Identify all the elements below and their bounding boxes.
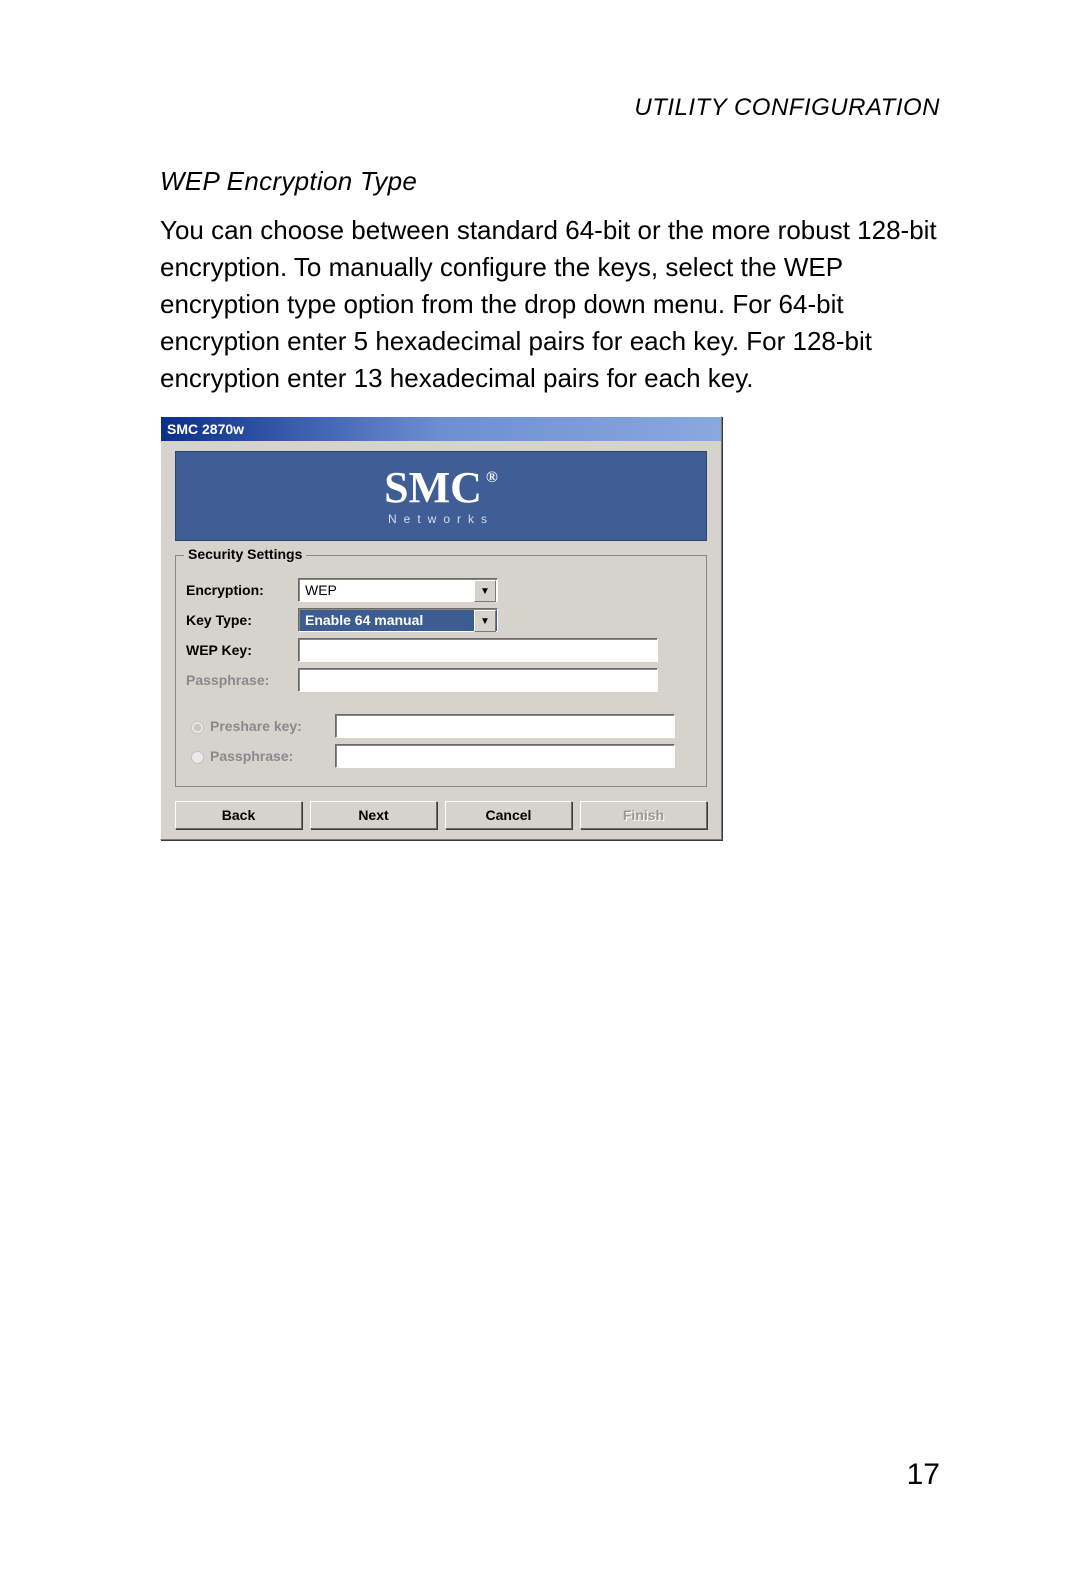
passphrase-input — [298, 668, 658, 692]
groupbox-legend: Security Settings — [184, 546, 306, 562]
passphrase2-radio — [191, 751, 204, 764]
preshare-key-radio — [191, 721, 204, 734]
page-header: UTILITY CONFIGURATION — [634, 94, 940, 122]
preshare-key-label: Preshare key: — [210, 718, 335, 734]
key-type-label: Key Type: — [186, 612, 298, 628]
security-settings-group: Security Settings Encryption: WEP ▼ Key … — [175, 555, 707, 787]
wep-key-input[interactable] — [298, 638, 658, 662]
wep-key-label: WEP Key: — [186, 642, 298, 658]
page-number: 17 — [907, 1458, 940, 1492]
encryption-select[interactable]: WEP — [298, 578, 498, 602]
back-button[interactable]: Back — [175, 801, 302, 829]
titlebar: SMC 2870w — [161, 417, 721, 441]
dialog-window: SMC 2870w SMC ® Networks Security Settin… — [160, 416, 722, 840]
body-text: You can choose between standard 64-bit o… — [160, 212, 950, 397]
window-title: SMC 2870w — [167, 421, 244, 437]
passphrase2-input — [335, 744, 675, 768]
key-type-select[interactable]: Enable 64 manual — [298, 608, 498, 632]
brand-subtext: Networks — [388, 512, 494, 526]
encryption-label: Encryption: — [186, 582, 298, 598]
section-title: WEP Encryption Type — [160, 166, 417, 197]
passphrase2-label: Passphrase: — [210, 748, 335, 764]
preshare-key-input — [335, 714, 675, 738]
finish-button: Finish — [580, 801, 707, 829]
cancel-button[interactable]: Cancel — [445, 801, 572, 829]
next-button[interactable]: Next — [310, 801, 437, 829]
brand-banner: SMC ® Networks — [175, 451, 707, 541]
brand-text: SMC — [384, 466, 482, 510]
passphrase-label: Passphrase: — [186, 672, 298, 688]
brand-registered-icon: ® — [486, 470, 498, 486]
